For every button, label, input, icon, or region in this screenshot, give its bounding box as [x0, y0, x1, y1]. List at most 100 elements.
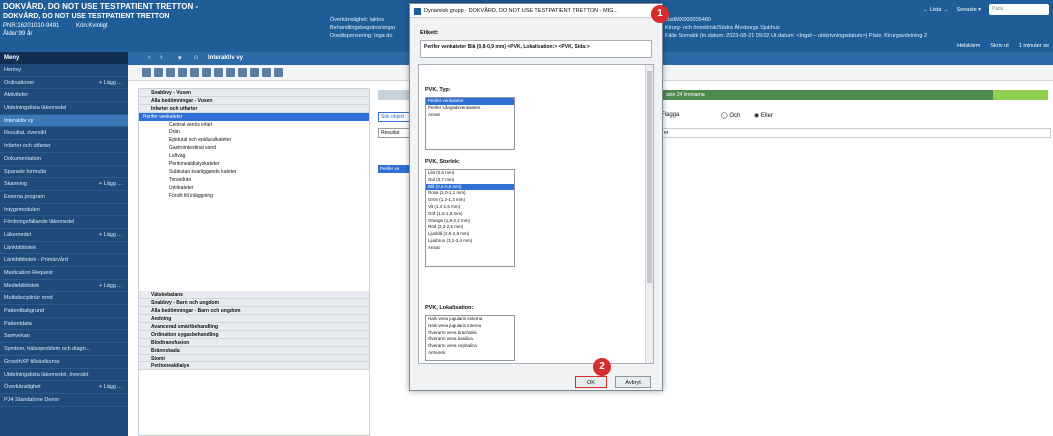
- treatment-limit-info[interactable]: Behandlingsbegränsningar: [330, 25, 395, 31]
- refresh-icon[interactable]: [214, 68, 223, 77]
- list-option[interactable]: Lila (0,6 mm): [426, 170, 514, 177]
- list-option[interactable]: Perifer Långtidsvenkateter: [426, 105, 514, 112]
- sidebar-item[interactable]: Fördningsfällande läkemedel: [0, 216, 128, 229]
- tree-group[interactable]: Avancerad smärtbehandling: [139, 323, 369, 331]
- sidebar-item[interactable]: Medication Request: [0, 267, 128, 280]
- list-option[interactable]: Ljusblå (2,6-2,8 mm): [426, 231, 514, 238]
- sidebar-item[interactable]: Symtom, hälsoproblem och diagn...: [0, 343, 128, 356]
- forward-arrow-icon[interactable]: ›: [160, 54, 162, 61]
- list-option[interactable]: Rosa (1,0-1,1 mm): [426, 190, 514, 197]
- tree-group[interactable]: Brännskada: [139, 346, 369, 355]
- tree-item[interactable]: Toraxdrän: [139, 176, 369, 184]
- copy-icon[interactable]: [238, 68, 247, 77]
- sidebar-item[interactable]: PJ4 Standalone Demo: [0, 394, 128, 407]
- list-option[interactable]: Blå (0,8-0,9 mm): [426, 183, 514, 191]
- dose-dispensing-info[interactable]: Dosdispensering: Inga do: [330, 33, 392, 39]
- tree-item[interactable]: Central venös infart: [139, 121, 369, 129]
- time-range-indicator[interactable]: [993, 90, 1048, 100]
- tree-group[interactable]: Stomi: [139, 354, 369, 363]
- list-option[interactable]: Hals vena jugularis interna: [426, 323, 514, 330]
- etikett-field[interactable]: Perifer venkateter Blå (0,8-0,9 mm) <PVK…: [420, 40, 652, 58]
- add-button[interactable]: + Lägg ...: [99, 181, 122, 187]
- edit-icon[interactable]: [190, 68, 199, 77]
- allergy-info[interactable]: Överkänslighet: laktos: [330, 17, 384, 23]
- sidebar-item[interactable]: Utdelningslista läkemedel, översikt: [0, 369, 128, 382]
- list-option[interactable]: Grå (1,6-1,8 mm): [426, 211, 514, 218]
- sidebar-item[interactable]: Samvekan: [0, 330, 128, 344]
- tree-group[interactable]: Peritonealdialys: [139, 362, 369, 371]
- sidebar-item[interactable]: Hemvy: [0, 64, 128, 77]
- scrollbar-thumb[interactable]: [647, 71, 652, 283]
- print-button[interactable]: Skriv ut: [990, 43, 1008, 49]
- radio-eller[interactable]: ◉ Eller: [754, 112, 773, 119]
- chart-icon[interactable]: [166, 68, 175, 77]
- tree-group[interactable]: Vätskebalans: [139, 291, 369, 300]
- list-option[interactable]: Överarm vena cephalica: [426, 343, 514, 350]
- list-option[interactable]: Gul (0,7 mm): [426, 177, 514, 184]
- tree-item[interactable]: Gastrointestinal sond: [139, 144, 369, 152]
- dialog-titlebar[interactable]: Dynamisk grupp - DOKVÅRD, DO NOT USE TES…: [410, 4, 662, 18]
- grid-icon[interactable]: [154, 68, 163, 77]
- list-option[interactable]: Överarm vena basilica: [426, 336, 514, 343]
- add-button[interactable]: + Lägg ...: [99, 283, 122, 289]
- refresh-status[interactable]: 1 minuter se: [1019, 43, 1049, 49]
- sidebar-item[interactable]: Länkbibliotek: [0, 242, 128, 255]
- sidebar-item[interactable]: Externa program: [0, 191, 128, 204]
- sidebar-item[interactable]: Patientdata: [0, 318, 128, 331]
- check-icon[interactable]: [202, 68, 211, 77]
- tree-item[interactable]: Peritonealdialyskateter: [139, 160, 369, 168]
- list-option[interactable]: Hals vena jugularis externa: [426, 316, 514, 323]
- patient-search-input[interactable]: Patie: [989, 4, 1049, 15]
- tree-item[interactable]: Perifer venkateter: [139, 112, 369, 121]
- ok-button[interactable]: OK: [575, 376, 607, 388]
- radio-och[interactable]: ◯ Och: [721, 112, 740, 119]
- close-icon[interactable]: [274, 68, 283, 77]
- sidebar-item[interactable]: Resultat, översikt: [0, 127, 128, 141]
- sidebar-item[interactable]: Intygsmodulen: [0, 204, 128, 217]
- sidebar-item[interactable]: Multidisciplinär rond: [0, 292, 128, 306]
- pvk-lokalisation-listbox[interactable]: Hals vena jugularis externa Hals vena jug…: [425, 315, 515, 361]
- sidebar-item[interactable]: Skanning + Lägg ...: [0, 178, 128, 191]
- recent-dropdown[interactable]: Senaste ▾: [957, 7, 981, 13]
- list-nav-button[interactable]: ← Lista →: [923, 7, 949, 13]
- fullscreen-button[interactable]: Helskärm: [957, 43, 980, 49]
- sidebar-item[interactable]: Överkänslighet + Lägg ...: [0, 381, 128, 394]
- list-option[interactable]: Perifer venkateter: [426, 98, 514, 105]
- tree-item[interactable]: Drän: [139, 128, 369, 136]
- tree-group[interactable]: Infarter och utfarter: [139, 104, 369, 113]
- list-option[interactable]: Vit (1,4-1,5 mm): [426, 204, 514, 211]
- list-option[interactable]: Grön (1,2-1,3 mm): [426, 197, 514, 204]
- tree-group[interactable]: Blodtransfusion: [139, 338, 369, 347]
- tree-group[interactable]: Snabbvy - Barn och ungdom: [139, 299, 369, 308]
- filter-icon[interactable]: [262, 68, 271, 77]
- add-button[interactable]: + Lägg ...: [99, 232, 122, 238]
- tree-item[interactable]: Subkutan kvarliggande kateter: [139, 168, 369, 176]
- dialog-scrollbar[interactable]: [645, 65, 653, 363]
- list-icon[interactable]: [250, 68, 259, 77]
- list-option[interactable]: Ljusbrun (3,1-3,4 mm): [426, 238, 514, 245]
- list-option[interactable]: Orange (1,9-2,2 mm): [426, 218, 514, 225]
- pvk-storlek-listbox[interactable]: Lila (0,6 mm) Gul (0,7 mm) Blå (0,8-0,9 mm…: [425, 169, 515, 267]
- sidebar-item[interactable]: Utdelningslista läkemedel: [0, 102, 128, 115]
- view-icon[interactable]: [142, 68, 151, 77]
- tree-group[interactable]: Alla bedömningar - Vuxen: [139, 96, 369, 105]
- tree-group[interactable]: Andning: [139, 315, 369, 324]
- add-button[interactable]: + Lägg ...: [99, 384, 122, 390]
- sidebar-item[interactable]: Aktiviteter: [0, 89, 128, 103]
- add-button[interactable]: + Lägg ...: [99, 80, 122, 86]
- cancel-button[interactable]: Avbryt: [615, 376, 651, 388]
- tree-group[interactable]: Ordination sygasbehandling: [139, 330, 369, 339]
- tree-group[interactable]: Alla bedömningar - Barn och ungdom: [139, 307, 369, 316]
- sidebar-item[interactable]: Sparade formulär: [0, 166, 128, 179]
- sidebar-item[interactable]: GrowthXP tillväxtkurva: [0, 356, 128, 369]
- dropdown-icon[interactable]: ▾: [178, 54, 182, 62]
- sidebar-item[interactable]: Dokumentation: [0, 153, 128, 166]
- tree-item[interactable]: Epidural och epiduralkateter: [139, 136, 369, 144]
- table-icon[interactable]: [178, 68, 187, 77]
- sidebar-item[interactable]: Länkbibliotek - Primärvård: [0, 254, 128, 267]
- tree-item[interactable]: Förslit till inläggning: [139, 192, 369, 200]
- filter-input[interactable]: er: [661, 128, 1051, 138]
- sidebar-item[interactable]: Patientbakgrund: [0, 305, 128, 318]
- list-option[interactable]: Annat: [426, 112, 514, 119]
- tree-item[interactable]: Urinkateter: [139, 184, 369, 192]
